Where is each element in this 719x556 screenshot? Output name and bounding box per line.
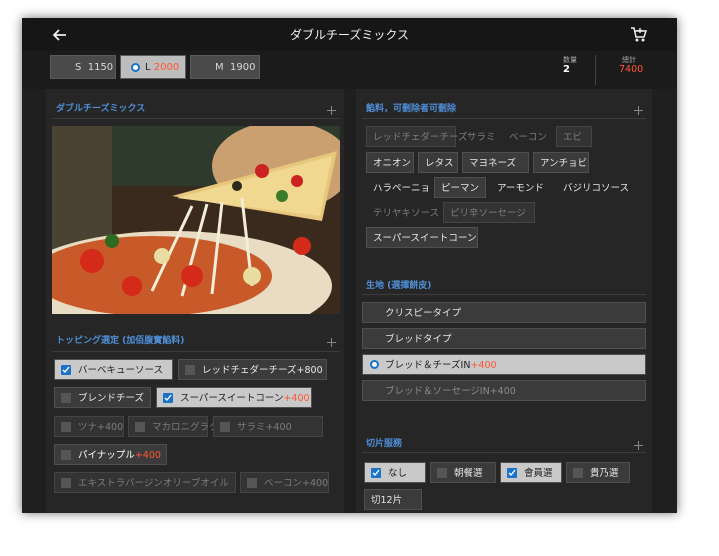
ingredient-chip[interactable]: マヨネーズ [462,152,529,173]
page-title: ダブルチーズミックス [289,28,410,42]
size-s-button[interactable]: S 1150 [50,55,116,79]
ingredient-chip[interactable]: アンチョビ [533,152,589,173]
topping-chip[interactable]: ベーコン+400 [240,472,329,493]
checkbox-icon [247,477,257,488]
checkbox-icon [61,421,71,432]
ingredient-chip[interactable]: ピリ辛ソーセージ [443,202,535,223]
checkbox-checked-icon [61,364,71,375]
checkbox-icon [573,467,583,478]
crust-section-title: 生地 (選擇餅皮) [366,281,432,291]
checkbox-icon [437,467,447,478]
divider [52,118,340,119]
ingredient-chip[interactable]: エビ [556,126,592,147]
topping-chip[interactable]: ブレンドチーズ [54,387,151,408]
cut-option[interactable]: 朝餐選 [430,462,496,483]
checkbox-icon [220,421,230,432]
cut-option[interactable]: なし [364,462,426,483]
move-icon[interactable] [327,338,336,347]
topping-section-title: トッピング選定 (加佰腹實餡料) [56,336,185,346]
topping-chip[interactable]: パイナップル+400 [54,444,167,465]
radio-selected-icon [370,360,379,369]
checkbox-icon [135,421,145,432]
topping-chip[interactable]: スーパースイートコーン+400 [156,387,312,408]
checkbox-icon [185,364,195,375]
crust-option[interactable]: ブレッド＆チーズIN+400 [362,354,646,375]
ingredient-chip[interactable]: スーパースイートコーン [366,227,478,248]
ingredient-chip[interactable]: レッドチェダーチーズ [366,126,468,147]
ingredient-chip[interactable]: レタス [418,152,458,173]
divider [52,351,340,352]
topping-chip[interactable]: エキストラバージンオリーブオイル [54,472,236,493]
ingredient-chip[interactable]: サラミ [460,126,498,147]
size-bar: S 1150 L 2000 M 1900 数量 2 總計 7400 [22,51,677,89]
topping-chip[interactable]: バーベキューソース [54,359,173,380]
topping-chip[interactable]: サラミ+400 [213,416,323,437]
ingredient-chip[interactable]: アーモンド [490,177,558,198]
size-m-button[interactable]: M 1900 [190,55,260,79]
topping-chip[interactable]: マカロニグラタン [128,416,228,437]
product-section-title: ダブルチーズミックス [56,104,146,114]
crust-option[interactable]: ブレッドタイプ [362,328,646,349]
move-icon[interactable] [327,106,336,115]
size-l-button[interactable]: L 2000 [120,55,186,79]
ingredient-chip[interactable]: バジリコソース [556,177,642,198]
divider [362,452,646,453]
checkbox-checked-icon [507,467,517,478]
move-icon[interactable] [634,441,643,450]
ingredient-chip[interactable]: ピーマン [434,177,486,198]
cut-section-title: 切片服務 [366,439,403,449]
summary-divider [595,55,596,85]
pizza-photo [52,126,340,314]
app-window: ダブルチーズミックス S 1150 L 2000 M 1900 数量 2 總計 … [22,18,677,513]
checkbox-icon [61,449,71,460]
cart-icon[interactable] [630,26,647,43]
radio-selected-icon [131,63,140,72]
crust-option[interactable]: クリスピータイプ [362,302,646,323]
checkbox-icon [61,477,71,488]
cut-option[interactable]: 會員選 [500,462,562,483]
crust-option[interactable]: ブレッド＆ソーセージIN+400 [362,380,646,401]
checkbox-checked-icon [371,467,381,478]
ingredient-chip[interactable]: ハラペーニョ [366,177,432,198]
ingredient-chip[interactable]: テリヤキソース [366,202,439,223]
divider [362,294,646,295]
qty-value[interactable]: 2 [563,64,570,75]
move-icon[interactable] [634,106,643,115]
checkbox-icon [61,392,71,403]
total-value: 7400 [619,64,644,75]
ingredient-chip[interactable]: オニオン [366,152,414,173]
cut-option[interactable]: 貴乃選 [566,462,630,483]
cut-option[interactable]: 切12片 [364,489,422,510]
checkbox-checked-icon [163,392,173,403]
ingredients-section-title: 餡料，可刪除者可刪除 [366,104,457,114]
top-bar: ダブルチーズミックス [22,18,677,51]
topping-chip[interactable]: ツナ+400 [54,416,124,437]
ingredient-chip[interactable]: ベーコン [502,126,550,147]
divider [362,118,646,119]
topping-chip[interactable]: レッドチェダーチーズ+800 [178,359,327,380]
